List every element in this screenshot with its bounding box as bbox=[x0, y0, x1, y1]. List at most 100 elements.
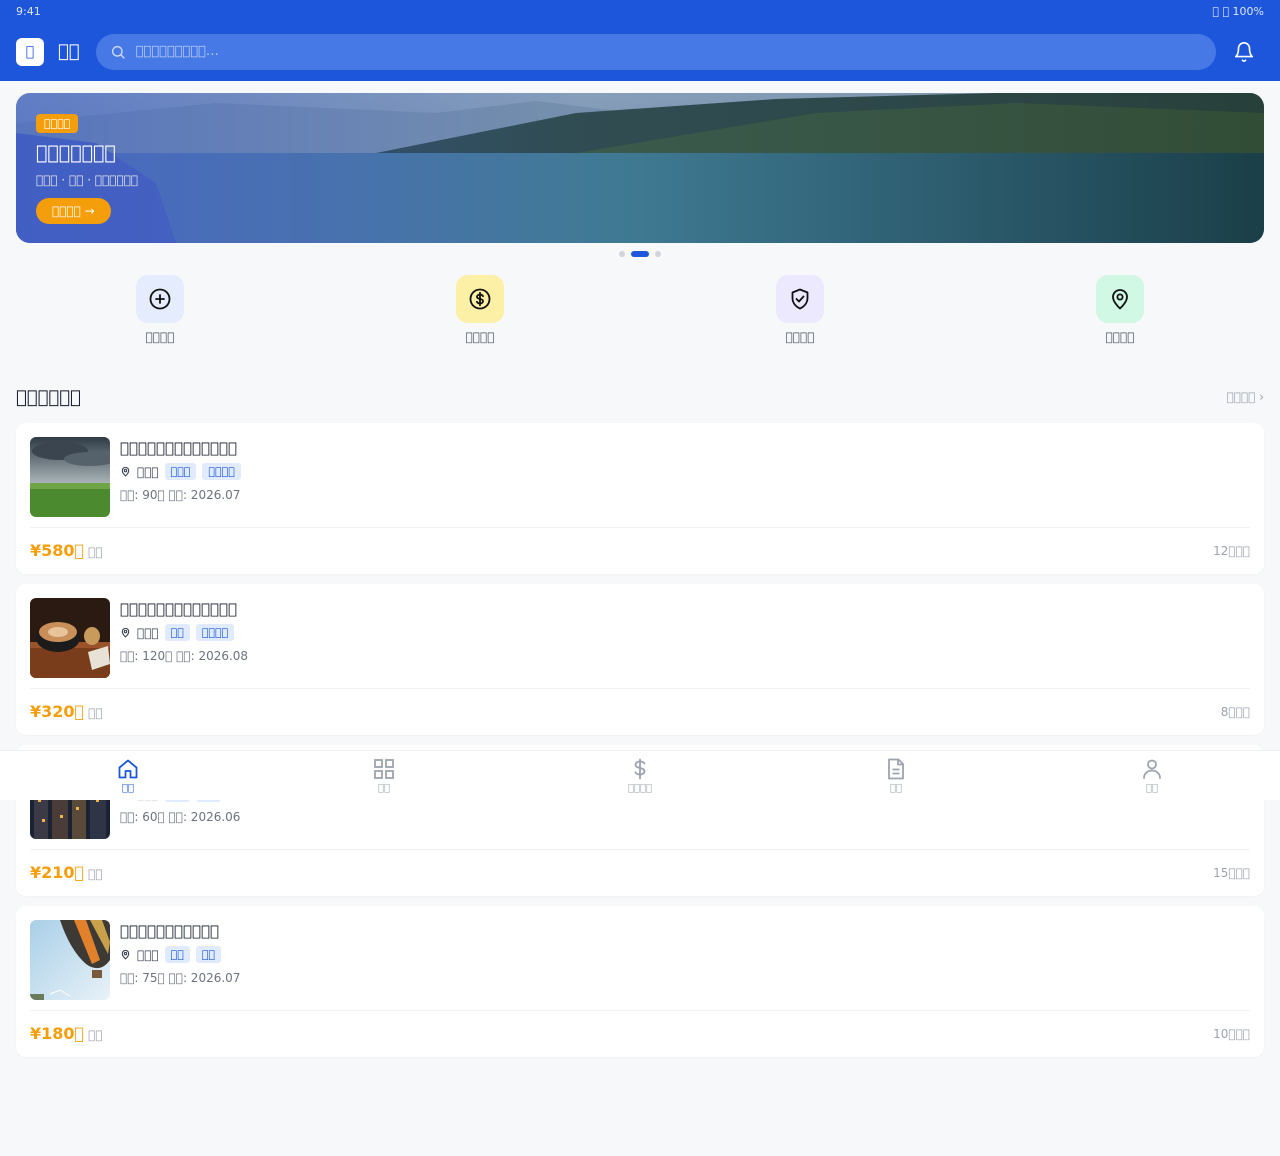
coffee-image bbox=[30, 598, 110, 678]
document-icon bbox=[888, 758, 904, 780]
carousel-indicator bbox=[0, 251, 1280, 257]
listing-stats: ￿￿: 60￿ ￿￿: 2026.06 bbox=[120, 810, 241, 824]
user-icon bbox=[1143, 759, 1161, 779]
listing-thumbnail bbox=[30, 598, 110, 678]
banner-cta-button[interactable]: ￿￿￿￿ → bbox=[36, 198, 111, 224]
location-icon bbox=[1112, 289, 1128, 310]
status-time: 9:41 bbox=[16, 4, 41, 18]
home-icon bbox=[118, 759, 138, 779]
quick-action-label: ￿￿￿￿ bbox=[465, 330, 495, 344]
tab-label: ￿￿ bbox=[377, 783, 390, 794]
shield-check-icon bbox=[791, 288, 809, 310]
listing-count: 12￿￿￿ bbox=[1213, 543, 1250, 558]
carousel-dot[interactable] bbox=[655, 251, 661, 257]
listing-tag: ￿￿ bbox=[164, 624, 190, 641]
notification-button[interactable] bbox=[1224, 32, 1264, 72]
view-more-link[interactable]: ￿￿￿￿ › bbox=[1227, 390, 1264, 404]
listing-card[interactable]: ￿￿￿￿￿￿￿￿￿￿￿￿￿ ￿￿￿ ￿￿ ￿￿￿￿ ￿￿: 120￿ ￿￿: 2… bbox=[16, 584, 1264, 735]
listing-tag: ￿￿￿￿ bbox=[202, 463, 241, 480]
listing-thumbnail bbox=[30, 437, 110, 517]
listing-stats: ￿￿: 120￿ ￿￿: 2026.08 bbox=[120, 649, 249, 663]
tab-label: ￿￿ bbox=[1145, 783, 1158, 794]
listing-price: ¥320￿ ￿￿ bbox=[30, 702, 103, 721]
dollar-icon bbox=[469, 288, 491, 310]
price-value: ¥320￿ bbox=[30, 702, 85, 721]
listing-tag: ￿￿ bbox=[164, 946, 190, 963]
balloon-image bbox=[30, 920, 110, 1000]
section-header: ￿￿￿￿￿￿ ￿￿￿￿ › bbox=[0, 385, 1280, 409]
price-value: ¥580￿ bbox=[30, 541, 85, 560]
quick-action-label: ￿￿￿￿ bbox=[785, 330, 815, 344]
app-logo[interactable]: ￿ bbox=[16, 37, 44, 66]
promo-banner[interactable]: ￿￿￿￿ ￿￿￿￿￿￿￿ ￿￿￿ · ￿￿ · ￿￿￿￿￿￿ ￿￿￿￿ → bbox=[16, 93, 1264, 243]
price-unit: ￿￿ bbox=[88, 545, 103, 559]
banner-tag: ￿￿￿￿ bbox=[36, 114, 79, 133]
listing-title: ￿￿￿￿￿￿￿￿￿￿￿ bbox=[120, 922, 220, 940]
listing-card[interactable]: ￿￿￿￿￿￿￿￿￿￿￿ ￿￿￿ ￿￿ ￿￿ ￿￿: 75￿ ￿￿: 2026.0… bbox=[16, 906, 1264, 1057]
quick-action-2[interactable]: ￿￿￿￿ bbox=[320, 275, 640, 345]
tab-finance[interactable]: ￿￿￿￿ bbox=[512, 751, 768, 800]
location-pin-icon bbox=[121, 627, 130, 638]
banner-subtitle: ￿￿￿ · ￿￿ · ￿￿￿￿￿￿ bbox=[36, 173, 139, 187]
search-input[interactable] bbox=[135, 44, 1202, 59]
tab-label: ￿￿ bbox=[889, 783, 902, 794]
quick-action-label: ￿￿￿￿ bbox=[145, 330, 175, 344]
listing-price: ¥180￿ ￿￿ bbox=[30, 1024, 103, 1043]
location-pin-icon bbox=[121, 466, 130, 477]
price-unit: ￿￿ bbox=[88, 867, 103, 881]
banner-title: ￿￿￿￿￿￿￿ bbox=[36, 142, 116, 164]
search-icon bbox=[111, 45, 125, 59]
price-unit: ￿￿ bbox=[88, 706, 103, 720]
status-bar: 9:41 ￿ ￿ 100% bbox=[0, 0, 1280, 22]
listing-tag: ￿￿￿￿ bbox=[195, 624, 235, 641]
tab-orders[interactable]: ￿￿ bbox=[768, 751, 1024, 800]
field-image bbox=[30, 437, 110, 517]
listing-stats: ￿￿: 75￿ ￿￿: 2026.07 bbox=[120, 971, 241, 985]
listing-price: ¥210￿ ￿￿ bbox=[30, 863, 103, 882]
tab-label: ￿￿ bbox=[121, 783, 134, 794]
quick-icon-box bbox=[1096, 275, 1144, 323]
price-value: ¥180￿ bbox=[30, 1024, 85, 1043]
tab-home[interactable]: ￿￿ bbox=[0, 751, 256, 800]
listing-title: ￿￿￿￿￿￿￿￿￿￿￿￿￿ bbox=[120, 600, 238, 618]
listing-thumbnail bbox=[30, 920, 110, 1000]
location-pin-icon bbox=[121, 949, 130, 960]
listing-price: ¥580￿ ￿￿ bbox=[30, 541, 103, 560]
listing-tag: ￿￿￿ bbox=[164, 463, 197, 480]
plus-circle-icon bbox=[149, 288, 171, 310]
banner-image bbox=[16, 93, 1264, 243]
listing-location: ￿￿￿ bbox=[137, 947, 159, 962]
quick-action-3[interactable]: ￿￿￿￿ bbox=[640, 275, 960, 345]
grid-icon bbox=[374, 759, 394, 779]
tab-profile[interactable]: ￿￿ bbox=[1024, 751, 1280, 800]
tab-label: ￿￿￿￿ bbox=[627, 783, 652, 794]
listing-list: ￿￿￿￿￿￿￿￿￿￿￿￿￿ ￿￿￿ ￿￿￿ ￿￿￿￿ ￿￿: 90￿ ￿￿: 2… bbox=[0, 423, 1280, 1057]
listing-location: ￿￿￿ bbox=[137, 464, 159, 479]
price-value: ¥210￿ bbox=[30, 863, 85, 882]
status-indicators: ￿ ￿ 100% bbox=[1212, 4, 1264, 18]
carousel-dot[interactable] bbox=[619, 251, 625, 257]
brand-name: ￿￿ bbox=[58, 41, 80, 62]
search-bar[interactable] bbox=[95, 33, 1216, 70]
listing-count: 10￿￿￿ bbox=[1213, 1026, 1250, 1041]
price-unit: ￿￿ bbox=[88, 1028, 103, 1042]
dollar-icon bbox=[634, 758, 646, 780]
header: ￿ ￿￿ bbox=[0, 22, 1280, 81]
bell-icon bbox=[1234, 41, 1254, 62]
listing-count: 8￿￿￿ bbox=[1220, 704, 1250, 719]
tab-category[interactable]: ￿￿ bbox=[256, 751, 512, 800]
listing-tag: ￿￿ bbox=[195, 946, 222, 963]
top-bar: 9:41 ￿ ￿ 100% ￿ ￿￿ bbox=[0, 0, 1280, 81]
quick-icon-box bbox=[456, 275, 504, 323]
quick-action-4[interactable]: ￿￿￿￿ bbox=[960, 275, 1280, 345]
carousel-dot-active[interactable] bbox=[631, 251, 649, 257]
listing-count: 15￿￿￿ bbox=[1213, 865, 1250, 880]
quick-action-1[interactable]: ￿￿￿￿ bbox=[0, 275, 320, 345]
listing-stats: ￿￿: 90￿ ￿￿: 2026.07 bbox=[120, 488, 241, 502]
quick-icon-box bbox=[776, 275, 824, 323]
bottom-tab-bar: ￿￿ ￿￿ ￿￿￿￿ ￿￿ ￿￿ bbox=[0, 750, 1280, 800]
banner-content: ￿￿￿￿ ￿￿￿￿￿￿￿ ￿￿￿ · ￿￿ · ￿￿￿￿￿￿ ￿￿￿￿ → bbox=[36, 112, 138, 224]
listing-card[interactable]: ￿￿￿￿￿￿￿￿￿￿￿￿￿ ￿￿￿ ￿￿￿ ￿￿￿￿ ￿￿: 90￿ ￿￿: 2… bbox=[16, 423, 1264, 574]
section-title: ￿￿￿￿￿￿ bbox=[16, 386, 81, 408]
listing-location: ￿￿￿ bbox=[137, 625, 159, 640]
